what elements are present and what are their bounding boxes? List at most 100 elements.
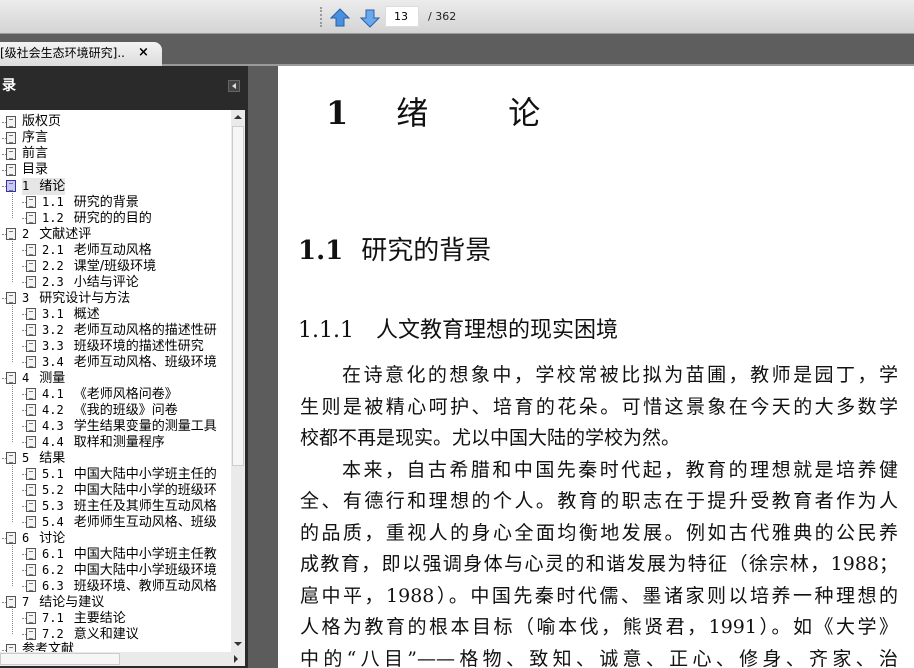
bookmark-label: 6.2 中国大陆中小学班级环境: [42, 562, 217, 579]
text-line: 校都不再是现实。尤以中国大陆的学校为然。: [300, 427, 681, 449]
bookmark-item[interactable]: 6.3 班级环境、教师互动风格: [0, 578, 231, 594]
collapse-panel-button[interactable]: [228, 80, 240, 92]
page-icon: [26, 580, 36, 592]
page-icon: [6, 292, 16, 304]
bookmark-number: 4.3: [42, 419, 64, 433]
page-icon: [26, 628, 36, 640]
bookmark-item[interactable]: 版权页: [0, 114, 231, 130]
panel-header: 录: [0, 66, 248, 106]
bookmark-item[interactable]: 7 结论与建议: [0, 594, 231, 610]
arrow-down-icon: [360, 9, 380, 28]
horizontal-scrollbar-thumb[interactable]: [0, 653, 120, 665]
bookmark-label: 4.3 学生结果变量的测量工具: [42, 418, 217, 435]
bookmark-item[interactable]: 5.3 班主任及其师生互动风格: [0, 498, 231, 514]
bookmark-item[interactable]: 6.2 中国大陆中小学班级环境: [0, 562, 231, 578]
bookmark-item[interactable]: 目录: [0, 162, 231, 178]
bookmark-label: 1 绪论: [22, 178, 66, 195]
document-tab[interactable]: [级社会生态环境研究].... ×: [0, 42, 162, 66]
bookmark-item[interactable]: 4 测量: [0, 370, 231, 386]
bookmark-item[interactable]: 2.2 课堂/班级环境: [0, 258, 231, 274]
page-number-input[interactable]: [385, 6, 419, 27]
bookmark-item[interactable]: 前言: [0, 146, 231, 162]
document-page: 1 绪论 1.1 研究的背景 1.1.1 人文教育理想的现实困境 在诗意化的想象中，学…: [278, 66, 914, 668]
vertical-scrollbar[interactable]: [231, 110, 245, 652]
bookmark-item[interactable]: 6.1 中国大陆中小学班主任教: [0, 546, 231, 562]
bookmark-label: 2.2 课堂/班级环境: [42, 258, 156, 275]
bookmark-item[interactable]: 3.4 老师互动风格、班级环境: [0, 354, 231, 370]
bookmark-item[interactable]: 5.4 老师师生互动风格、班级: [0, 514, 231, 530]
page-icon: [6, 148, 16, 160]
scrollbar-thumb[interactable]: [232, 126, 244, 466]
bookmark-item[interactable]: 3.2 老师互动风格的描述性研: [0, 322, 231, 338]
bookmark-item[interactable]: 1.2 研究的的目的: [0, 210, 231, 226]
bookmark-item[interactable]: 4.1 《老师风格问卷》: [0, 386, 231, 402]
bookmark-label: 3.1 概述: [42, 306, 100, 323]
bookmark-item[interactable]: 1.1 研究的背景: [0, 194, 231, 210]
bookmark-number: 4.4: [42, 435, 64, 449]
bookmark-label: 序言: [22, 130, 48, 146]
bookmark-label: 3.2 老师互动风格的描述性研: [42, 322, 217, 339]
bookmark-text: 取样和测量程序: [73, 435, 165, 450]
bookmark-item[interactable]: 序言: [0, 130, 231, 146]
bookmark-item[interactable]: 5.2 中国大陆中小学的班级环: [0, 482, 231, 498]
bookmark-item[interactable]: 2.3 小结与评论: [0, 274, 231, 290]
bookmark-item[interactable]: 4.2 《我的班级》问卷: [0, 402, 231, 418]
bookmark-item[interactable]: 2.1 老师互动风格: [0, 242, 231, 258]
close-tab-icon[interactable]: ×: [138, 42, 149, 64]
page-icon: [6, 164, 16, 176]
bookmark-item[interactable]: 3 研究设计与方法: [0, 290, 231, 306]
bookmark-item[interactable]: 2 文献述评: [0, 226, 231, 242]
bookmarks-panel: 录 版权页 序言 前言 目录 1 绪论 1.1 研究的背景 1.2 研究的的目的 2 文献述评 2.1 老…: [0, 66, 248, 668]
bookmark-item[interactable]: 参考文献: [0, 642, 231, 652]
page-icon: [26, 196, 36, 208]
text-line: 中的“八目”——格物、致知、诚意、正心、修身、齐家、治: [300, 647, 898, 668]
bookmark-number: 5.4: [42, 515, 64, 529]
text-line: 人格为教育的根本目标（喻本伐，熊贤君，1991）。如《大学》: [300, 616, 898, 638]
scroll-down-icon[interactable]: [234, 642, 242, 646]
bookmark-item[interactable]: 5.1 中国大陆中小学班主任的: [0, 466, 231, 482]
toolbar-grip[interactable]: [320, 7, 323, 27]
bookmark-number: 5.3: [42, 499, 64, 513]
bookmark-item[interactable]: 5 结果: [0, 450, 231, 466]
bookmark-label: 2.3 小结与评论: [42, 274, 139, 291]
bookmark-text: 文献述评: [39, 227, 92, 242]
bookmark-text: 中国大陆中小学的班级环: [73, 483, 217, 498]
scroll-right-icon[interactable]: [234, 655, 238, 663]
bookmark-number: 4: [22, 371, 30, 385]
tree-connector: [12, 241, 13, 282]
toolbar: / 362: [0, 0, 914, 34]
bookmark-text: 老师互动风格、班级环境: [73, 355, 217, 370]
subsection-title: 人文教育理想的现实困境: [375, 318, 618, 343]
bookmark-item[interactable]: 3.1 概述: [0, 306, 231, 322]
scroll-up-icon[interactable]: [234, 115, 242, 119]
bookmark-item[interactable]: 7.1 主要结论: [0, 610, 231, 626]
bookmark-item[interactable]: 3.3 班级环境的描述性研究: [0, 338, 231, 354]
bookmark-item[interactable]: 1 绪论: [0, 178, 231, 195]
bookmark-item[interactable]: 7.2 意义和建议: [0, 626, 231, 642]
horizontal-scrollbar[interactable]: [0, 652, 245, 666]
bookmark-number: 7.2: [42, 627, 64, 641]
previous-page-button[interactable]: [329, 7, 351, 29]
bookmark-item[interactable]: 6 讨论: [0, 530, 231, 546]
bookmark-text: 课堂/班级环境: [73, 259, 157, 274]
section-title: 研究的背景: [361, 236, 492, 266]
next-page-button[interactable]: [359, 7, 381, 29]
section-heading: 1.1 研究的背景: [298, 230, 491, 267]
bookmark-text: 班级环境的描述性研究: [73, 339, 204, 354]
bookmark-label: 参考文献: [22, 642, 74, 652]
bookmark-text: 结论与建议: [39, 595, 105, 610]
page-icon: [6, 452, 16, 464]
bookmark-item[interactable]: 4.4 取样和测量程序: [0, 434, 231, 450]
bookmark-number: 5.2: [42, 483, 64, 497]
bookmark-text: 绪论: [39, 179, 66, 194]
chapter-title: 绪论: [396, 94, 621, 132]
bookmark-number: 1.2: [42, 211, 64, 225]
bookmark-text: 小结与评论: [73, 275, 139, 290]
bookmark-number: 5.1: [42, 467, 64, 481]
panel-title: 录: [2, 78, 16, 94]
bookmark-item[interactable]: 4.3 学生结果变量的测量工具: [0, 418, 231, 434]
page-icon: [6, 372, 16, 384]
bookmark-number: 5: [22, 451, 30, 465]
bookmark-number: 6: [22, 531, 30, 545]
page-icon: [26, 324, 36, 336]
